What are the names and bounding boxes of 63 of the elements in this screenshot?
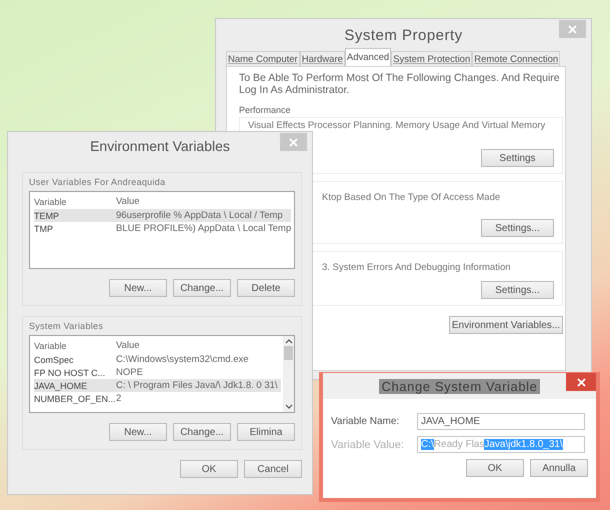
group-description: Visual Effects Processor Planning. Memory Usage And Virtual Memory <box>248 120 546 131</box>
variable-name: JAVA_HOME <box>34 380 88 390</box>
list-action-button[interactable]: Change... <box>173 279 231 297</box>
variable-value: C: \ Program Files Java/\ Jdk1.8. 0 31\ <box>116 380 278 391</box>
variable-name: TEMP <box>34 210 60 220</box>
scroll-thumb[interactable] <box>284 346 293 360</box>
window-title: System Property <box>344 26 463 44</box>
settings-button[interactable]: Settings... <box>481 219 554 237</box>
group-label: System Variables <box>29 321 104 331</box>
group-label: User Variables For Andreaquida <box>29 177 166 187</box>
close-button[interactable] <box>566 373 596 391</box>
scroll-down-icon[interactable] <box>284 404 292 410</box>
close-icon <box>568 24 577 34</box>
scroll-up-icon[interactable] <box>284 338 292 344</box>
scrollbar[interactable] <box>283 336 294 412</box>
group-description: Ktop Based On The Type Of Access Made <box>322 192 502 203</box>
variable-row[interactable]: TEMP 96userprofile % AppData \ Local / Temp <box>34 209 292 222</box>
environment-variables-button[interactable]: Environment Variables... <box>449 316 563 334</box>
window-title: Environment Variables <box>90 138 230 154</box>
settings-button[interactable]: Settings... <box>481 281 554 299</box>
list-action-button[interactable]: Change... <box>173 423 231 441</box>
list-action-button[interactable]: Elimina <box>237 423 295 441</box>
field-label: Variable Name: <box>331 416 400 427</box>
field-label: Variable Value: <box>331 438 405 450</box>
variable-value: 96userprofile % AppData \ Local / Temp <box>116 210 283 221</box>
variable-name: FP NO HOST C... <box>34 368 106 378</box>
variable-row[interactable]: ComSpec C:\Windows\system32\cmd.exe <box>34 353 281 366</box>
variable-row[interactable]: JAVA_HOME C: \ Program Files Java/\ Jdk1.8. 0 31\ <box>34 379 281 392</box>
settings-button[interactable]: Settings <box>481 149 554 167</box>
column-header[interactable]: Value <box>116 340 140 351</box>
close-icon <box>289 138 298 146</box>
dialog-button[interactable]: OK <box>180 460 238 478</box>
window-title: Change System Variable <box>379 378 540 394</box>
column-header[interactable]: Value <box>116 196 140 207</box>
list-action-button[interactable]: New... <box>109 279 167 297</box>
variable-value: 2 <box>116 393 122 404</box>
intro-text: To Be Able To Perform Most Of The Following Changes. And Require <box>239 72 561 84</box>
variable-name: NUMBER_OF_EN... <box>34 394 116 404</box>
variable-value: NOPE <box>116 367 143 378</box>
variable-row[interactable]: FP NO HOST C... NOPE <box>34 366 281 379</box>
close-icon <box>576 378 586 386</box>
tab[interactable]: Advanced <box>344 48 392 66</box>
tab[interactable]: Hardware <box>300 51 345 66</box>
column-header[interactable]: Variable <box>34 340 116 350</box>
column-header[interactable]: Variable <box>34 196 116 206</box>
variable-row[interactable]: TMP BLUE PROFILE%) AppData \ Local Temp <box>34 222 292 235</box>
dialog-button[interactable]: OK <box>466 459 524 477</box>
variable-value: C:\Windows\system32\cmd.exe <box>116 354 249 365</box>
list-action-button[interactable]: Delete <box>237 279 295 297</box>
variable-name: ComSpec <box>34 354 75 364</box>
tab[interactable]: Remote Connection <box>472 51 560 66</box>
tab[interactable]: Name Computer <box>226 51 300 66</box>
intro-text: Log In As Administrator. <box>239 84 350 96</box>
variable-row[interactable]: NUMBER_OF_EN...2 <box>34 392 281 405</box>
dialog-button[interactable]: Annulla <box>530 459 588 477</box>
variable-name: TMP <box>34 224 54 234</box>
group-description: 3. System Errors And Debugging Information <box>322 262 512 273</box>
group-label: Performance <box>239 105 292 115</box>
tab[interactable]: System Protection <box>391 51 472 66</box>
variable-name-field[interactable]: JAVA_HOME <box>417 413 585 430</box>
variable-value: BLUE PROFILE%) AppData \ Local Temp <box>116 223 292 234</box>
list-action-button[interactable]: New... <box>109 423 167 441</box>
dialog-button[interactable]: Cancel <box>244 460 302 478</box>
